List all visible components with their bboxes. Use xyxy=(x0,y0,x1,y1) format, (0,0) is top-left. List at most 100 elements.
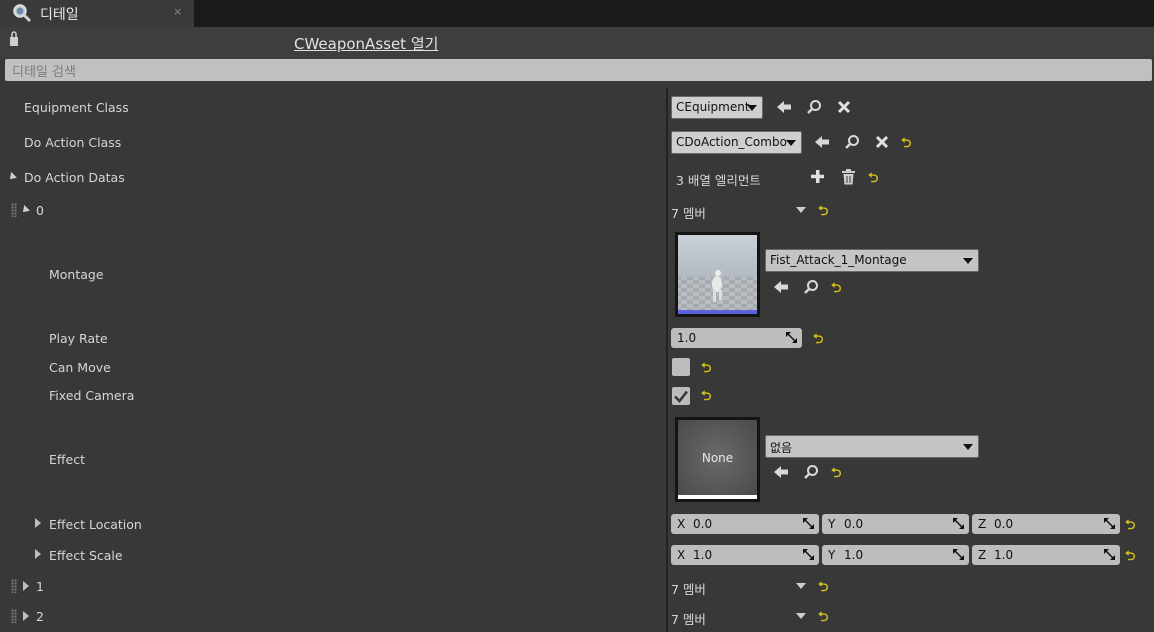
effect-scale-z-value: 1.0 xyxy=(994,548,1014,562)
play-rate-label: Play Rate xyxy=(49,331,108,346)
spin-arrows-icon xyxy=(786,332,797,343)
play-rate-input[interactable]: 1.0 xyxy=(671,328,802,348)
expanded-triangle-icon[interactable] xyxy=(7,172,17,182)
chevron-down-icon[interactable] xyxy=(796,583,806,589)
axis-y-label: Y xyxy=(828,517,836,531)
expanded-triangle-icon[interactable] xyxy=(20,205,30,215)
lock-icon[interactable] xyxy=(9,31,19,47)
reset-to-default-icon[interactable]: ⮌ xyxy=(818,202,828,224)
array-item-0-members: 7 멤버 xyxy=(671,206,706,221)
clear-x-icon[interactable] xyxy=(837,100,851,114)
add-plus-icon[interactable] xyxy=(810,169,825,184)
chevron-down-icon xyxy=(786,140,796,146)
drag-grip-icon[interactable] xyxy=(11,579,17,593)
reset-to-default-icon[interactable]: ⮌ xyxy=(818,608,828,630)
equipment-class-value: CEquipment xyxy=(676,100,750,114)
effect-location-y-input[interactable]: Y 0.0 xyxy=(822,514,969,534)
reset-to-default-icon[interactable]: ⮌ xyxy=(868,169,878,191)
tab-label: 디테일 xyxy=(40,7,79,23)
browse-magnifier-icon[interactable] xyxy=(803,464,819,480)
effect-location-label: Effect Location xyxy=(49,517,142,532)
effect-location-x-value: 0.0 xyxy=(693,517,713,531)
axis-x-label: X xyxy=(677,548,686,562)
drag-grip-icon[interactable] xyxy=(11,203,17,217)
reset-to-default-icon[interactable]: ⮌ xyxy=(901,134,911,156)
array-item-0-label: 0 xyxy=(36,203,44,218)
effect-scale-z-input[interactable]: Z 1.0 xyxy=(972,545,1120,565)
axis-x-label: X xyxy=(677,517,686,531)
reset-to-default-icon[interactable]: ⮌ xyxy=(818,578,828,600)
do-action-class-combo[interactable]: CDoAction_Combo xyxy=(671,131,802,154)
montage-label: Montage xyxy=(49,267,104,282)
effect-location-y-value: 0.0 xyxy=(844,517,864,531)
reset-to-default-icon[interactable]: ⮌ xyxy=(1125,516,1135,538)
effect-scale-y-input[interactable]: Y 1.0 xyxy=(822,545,969,565)
do-action-datas-label: Do Action Datas xyxy=(24,170,125,185)
effect-combo[interactable]: 없음 xyxy=(765,435,979,458)
spin-arrows-icon xyxy=(803,518,814,529)
reset-to-default-icon[interactable]: ⮌ xyxy=(701,359,711,381)
effect-scale-y-value: 1.0 xyxy=(844,548,864,562)
search-input[interactable] xyxy=(5,59,1152,81)
collapsed-triangle-icon[interactable] xyxy=(35,518,41,528)
effect-scale-label: Effect Scale xyxy=(49,548,123,563)
browse-magnifier-icon[interactable] xyxy=(806,99,822,115)
effect-label: Effect xyxy=(49,452,85,467)
collapsed-triangle-icon[interactable] xyxy=(23,611,29,621)
browse-magnifier-icon[interactable] xyxy=(803,279,819,295)
equipment-class-combo[interactable]: CEquipment xyxy=(671,96,763,119)
effect-thumbnail[interactable]: None xyxy=(675,417,760,502)
effect-scale-x-value: 1.0 xyxy=(693,548,713,562)
can-move-checkbox[interactable] xyxy=(672,358,690,376)
effect-scale-x-input[interactable]: X 1.0 xyxy=(671,545,819,565)
montage-thumbnail[interactable] xyxy=(675,232,760,317)
can-move-label: Can Move xyxy=(49,360,111,375)
reset-to-default-icon[interactable]: ⮌ xyxy=(813,330,823,352)
open-asset-link[interactable]: CWeaponAsset 열기 xyxy=(294,33,438,54)
reset-to-default-icon[interactable]: ⮌ xyxy=(831,464,841,486)
spin-arrows-icon xyxy=(953,518,964,529)
fixed-camera-checkbox[interactable] xyxy=(672,387,690,405)
search-placeholder: 디테일 검색 xyxy=(12,65,76,80)
array-item-2-label: 2 xyxy=(36,609,44,624)
collapsed-triangle-icon[interactable] xyxy=(35,549,41,559)
spin-arrows-icon xyxy=(953,549,964,560)
use-selected-arrow-icon[interactable] xyxy=(773,464,789,480)
fixed-camera-label: Fixed Camera xyxy=(49,388,135,403)
checkmark-icon xyxy=(674,390,689,403)
collapsed-triangle-icon[interactable] xyxy=(23,581,29,591)
axis-z-label: Z xyxy=(978,548,987,562)
use-selected-arrow-icon[interactable] xyxy=(814,134,830,150)
effect-location-x-input[interactable]: X 0.0 xyxy=(671,514,819,534)
drag-grip-icon[interactable] xyxy=(11,609,17,623)
use-selected-arrow-icon[interactable] xyxy=(776,99,792,115)
montage-value: Fist_Attack_1_Montage xyxy=(770,253,907,267)
tab-close-button[interactable]: × xyxy=(173,5,182,18)
array-item-1-label: 1 xyxy=(36,579,44,594)
browse-magnifier-icon[interactable] xyxy=(844,134,860,150)
array-item-2-members: 7 멤버 xyxy=(671,612,706,627)
chevron-down-icon[interactable] xyxy=(796,207,806,213)
spin-arrows-icon xyxy=(1104,518,1115,529)
details-header xyxy=(0,27,1154,59)
effect-value: 없음 xyxy=(770,441,793,455)
reset-to-default-icon[interactable]: ⮌ xyxy=(1125,547,1135,569)
play-rate-value: 1.0 xyxy=(677,331,697,345)
reset-to-default-icon[interactable]: ⮌ xyxy=(701,387,711,409)
effect-thumb-text: None xyxy=(701,451,734,465)
details-magnifier-icon xyxy=(12,3,32,23)
do-action-class-label: Do Action Class xyxy=(24,135,122,150)
trash-icon[interactable] xyxy=(841,169,856,185)
axis-z-label: Z xyxy=(978,517,987,531)
effect-location-z-input[interactable]: Z 0.0 xyxy=(972,514,1120,534)
montage-combo[interactable]: Fist_Attack_1_Montage xyxy=(765,249,979,272)
column-divider[interactable] xyxy=(666,88,668,632)
axis-y-label: Y xyxy=(828,548,836,562)
array-count-text: 3 배열 엘리먼트 xyxy=(676,173,761,188)
chevron-down-icon[interactable] xyxy=(796,613,806,619)
reset-to-default-icon[interactable]: ⮌ xyxy=(831,279,841,301)
clear-x-icon[interactable] xyxy=(875,135,889,149)
do-action-class-value: CDoAction_Combo xyxy=(676,135,787,149)
spin-arrows-icon xyxy=(1104,549,1115,560)
use-selected-arrow-icon[interactable] xyxy=(773,279,789,295)
